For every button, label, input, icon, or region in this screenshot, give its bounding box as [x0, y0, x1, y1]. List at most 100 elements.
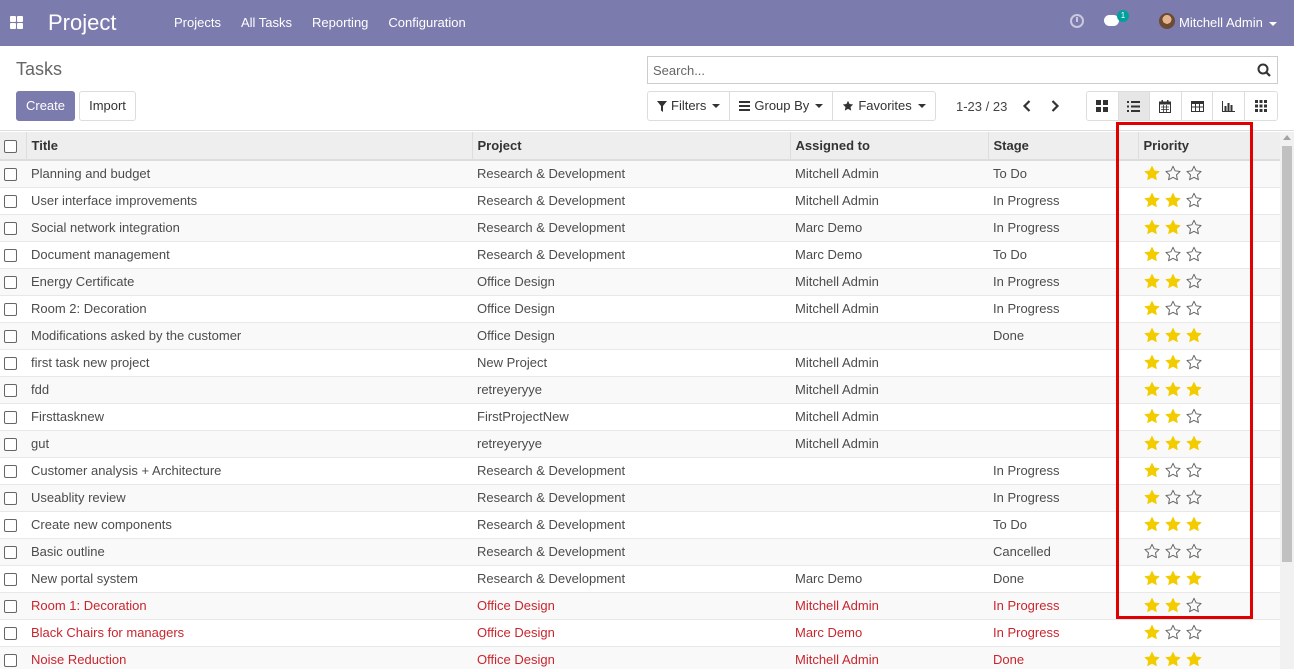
column-header-assigned[interactable]: Assigned to — [789, 132, 988, 161]
star-empty-icon[interactable] — [1185, 462, 1203, 479]
star-empty-icon[interactable] — [1185, 624, 1203, 641]
star-filled-icon[interactable] — [1143, 435, 1161, 452]
kanban-view-button[interactable] — [1087, 92, 1119, 120]
menu-item-all-tasks[interactable]: All Tasks — [231, 0, 302, 46]
star-empty-icon[interactable] — [1185, 489, 1203, 506]
row-select-cell[interactable] — [0, 294, 26, 322]
star-filled-icon[interactable] — [1185, 516, 1203, 533]
star-filled-icon[interactable] — [1185, 435, 1203, 452]
menu-item-configuration[interactable]: Configuration — [378, 0, 475, 46]
star-filled-icon[interactable] — [1164, 570, 1182, 587]
row-select-cell[interactable] — [0, 402, 26, 430]
row-select-cell[interactable] — [0, 429, 26, 457]
table-row[interactable]: Social network integration Research & Dev… — [0, 213, 1280, 241]
table-row[interactable]: Modifications asked by the customer Offic… — [0, 321, 1280, 349]
row-checkbox[interactable] — [4, 465, 17, 479]
pager-previous-icon[interactable] — [1022, 99, 1032, 113]
star-empty-icon[interactable] — [1164, 624, 1182, 641]
row-select-cell[interactable] — [0, 618, 26, 646]
row-checkbox[interactable] — [4, 519, 17, 533]
row-checkbox[interactable] — [4, 357, 17, 371]
star-filled-icon[interactable] — [1164, 381, 1182, 398]
star-filled-icon[interactable] — [1143, 246, 1161, 263]
star-empty-icon[interactable] — [1164, 246, 1182, 263]
row-checkbox[interactable] — [4, 195, 17, 209]
list-scrollbar[interactable] — [1280, 132, 1294, 669]
row-select-cell[interactable] — [0, 537, 26, 565]
pager-value[interactable]: 1-23 / 23 — [956, 99, 1007, 114]
row-select-cell[interactable] — [0, 645, 26, 669]
column-header-priority[interactable]: Priority — [1137, 132, 1280, 161]
row-select-cell[interactable] — [0, 591, 26, 619]
star-filled-icon[interactable] — [1164, 651, 1182, 668]
star-filled-icon[interactable] — [1143, 273, 1161, 290]
search-input[interactable] — [653, 57, 1243, 83]
star-empty-icon[interactable] — [1185, 408, 1203, 425]
star-filled-icon[interactable] — [1143, 381, 1161, 398]
row-select-cell[interactable] — [0, 348, 26, 376]
pager-next-icon[interactable] — [1050, 99, 1060, 113]
row-select-cell[interactable] — [0, 456, 26, 484]
star-filled-icon[interactable] — [1164, 408, 1182, 425]
row-checkbox[interactable] — [4, 573, 17, 587]
star-filled-icon[interactable] — [1143, 462, 1161, 479]
activity-view-button[interactable] — [1244, 92, 1277, 120]
table-row[interactable]: Energy Certificate Office Design Mitchell … — [0, 267, 1280, 295]
table-row[interactable]: Noise Reduction Office Design Mitchell Adm… — [0, 645, 1280, 669]
filters-button[interactable]: Filters — [648, 92, 731, 120]
table-row[interactable]: Basic outline Research & Development Cance… — [0, 537, 1280, 565]
table-row[interactable]: gut retreyeryye Mitchell Admin — [0, 429, 1280, 457]
star-filled-icon[interactable] — [1185, 381, 1203, 398]
pivot-view-button[interactable] — [1181, 92, 1214, 120]
row-checkbox[interactable] — [4, 303, 17, 317]
star-empty-icon[interactable] — [1185, 165, 1203, 182]
scroll-up-arrow-icon[interactable] — [1283, 135, 1291, 140]
apps-menu-icon[interactable] — [10, 16, 23, 29]
row-checkbox[interactable] — [4, 438, 17, 452]
favorites-button[interactable]: Favorites — [833, 92, 934, 120]
star-empty-icon[interactable] — [1164, 489, 1182, 506]
star-empty-icon[interactable] — [1164, 462, 1182, 479]
row-checkbox[interactable] — [4, 627, 17, 641]
star-empty-icon[interactable] — [1185, 273, 1203, 290]
table-row[interactable]: fdd retreyeryye Mitchell Admin — [0, 375, 1280, 403]
row-select-cell[interactable] — [0, 213, 26, 241]
star-filled-icon[interactable] — [1143, 651, 1161, 668]
column-header-title[interactable]: Title — [25, 132, 472, 161]
row-checkbox[interactable] — [4, 330, 17, 344]
table-row[interactable]: first task new project New Project Mitchel… — [0, 348, 1280, 376]
column-header-project[interactable]: Project — [471, 132, 790, 161]
table-row[interactable]: Room 2: Decoration Office Design Mitchell … — [0, 294, 1280, 322]
star-filled-icon[interactable] — [1164, 597, 1182, 614]
star-filled-icon[interactable] — [1185, 651, 1203, 668]
table-row[interactable]: Document management Research & Developmen… — [0, 240, 1280, 268]
graph-view-button[interactable] — [1213, 92, 1245, 120]
row-checkbox[interactable] — [4, 168, 17, 182]
row-checkbox[interactable] — [4, 276, 17, 290]
column-header-stage[interactable]: Stage — [987, 132, 1138, 161]
star-empty-icon[interactable] — [1185, 219, 1203, 236]
calendar-view-button[interactable] — [1150, 92, 1182, 120]
row-checkbox[interactable] — [4, 492, 17, 506]
star-empty-icon[interactable] — [1185, 354, 1203, 371]
select-all-checkbox[interactable] — [4, 140, 17, 154]
app-brand[interactable]: Project — [48, 10, 116, 36]
star-filled-icon[interactable] — [1185, 327, 1203, 344]
table-row[interactable]: Planning and budget Research & Developmen… — [0, 159, 1280, 187]
row-checkbox[interactable] — [4, 600, 17, 614]
create-button[interactable]: Create — [16, 91, 75, 121]
search-icon[interactable] — [1257, 63, 1271, 77]
table-row[interactable]: Create new components Research & Developm… — [0, 510, 1280, 538]
star-empty-icon[interactable] — [1185, 246, 1203, 263]
star-empty-icon[interactable] — [1185, 300, 1203, 317]
row-checkbox[interactable] — [4, 249, 17, 263]
star-filled-icon[interactable] — [1143, 192, 1161, 209]
menu-item-projects[interactable]: Projects — [164, 0, 231, 46]
star-filled-icon[interactable] — [1164, 354, 1182, 371]
row-select-cell[interactable] — [0, 240, 26, 268]
user-avatar[interactable] — [1159, 13, 1175, 29]
row-select-cell[interactable] — [0, 267, 26, 295]
star-filled-icon[interactable] — [1185, 570, 1203, 587]
list-view-button[interactable] — [1118, 92, 1151, 120]
star-filled-icon[interactable] — [1164, 273, 1182, 290]
